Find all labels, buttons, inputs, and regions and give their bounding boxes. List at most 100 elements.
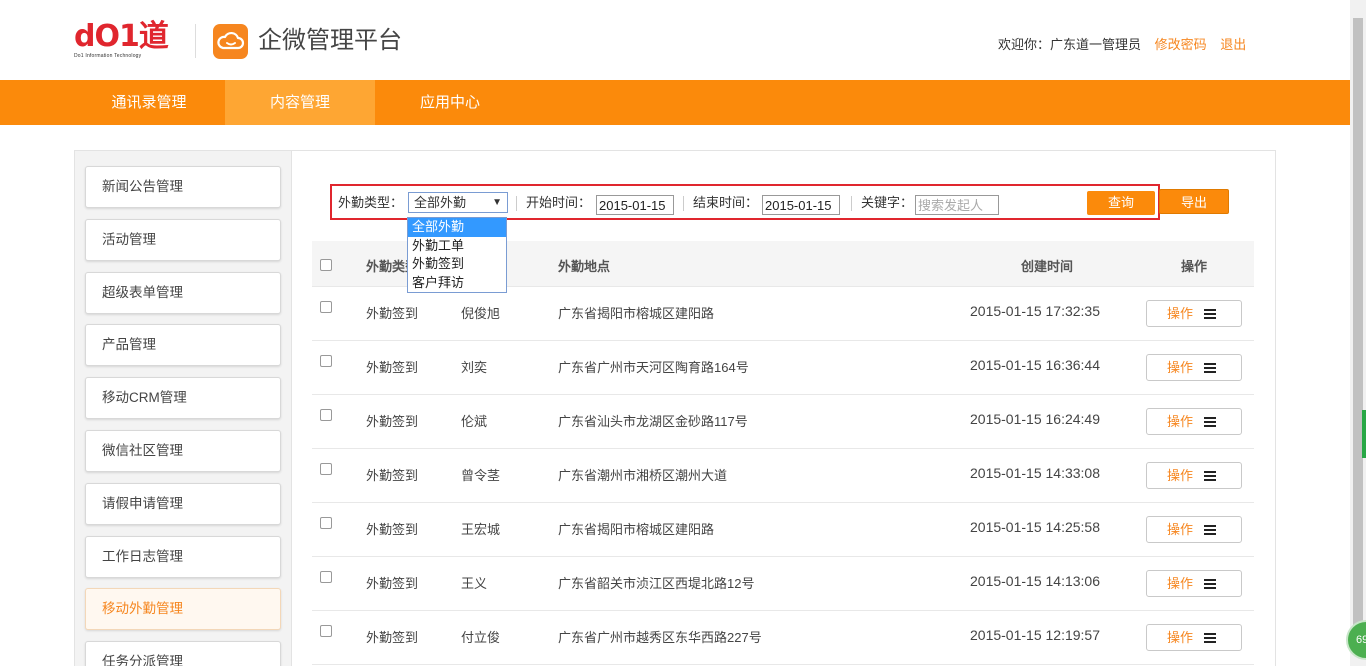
menu-icon — [1204, 309, 1216, 319]
type-label: 外勤类型： — [338, 195, 404, 210]
tab-app-center[interactable]: 应用中心 — [375, 80, 525, 125]
table-row: 外勤签到 曾令茎 广东省潮州市湘桥区潮州大道 2015-01-15 14:33:… — [312, 449, 1254, 503]
welcome-text: 欢迎你：广东道一管理员 — [998, 37, 1142, 52]
cell-created: 2015-01-15 17:32:35 — [970, 303, 1100, 319]
start-time-input[interactable] — [596, 195, 674, 215]
cell-created: 2015-01-15 12:19:57 — [970, 627, 1100, 643]
cell-type: 外勤签到 — [366, 522, 419, 537]
cell-person: 曾令茎 — [461, 468, 501, 483]
floating-badge[interactable]: 69 — [1346, 620, 1366, 660]
header-location: 外勤地点 — [558, 259, 611, 274]
change-password-link[interactable]: 修改密码 — [1155, 37, 1207, 52]
row-action-button[interactable]: 操作 — [1146, 462, 1242, 489]
cell-created: 2015-01-15 16:24:49 — [970, 411, 1100, 427]
header-action: 操作 — [1181, 259, 1208, 274]
caret-down-icon: ▼ — [492, 197, 502, 208]
row-action-button[interactable]: 操作 — [1146, 300, 1242, 327]
user-area: 欢迎你：广东道一管理员 修改密码 退出 — [998, 36, 1246, 54]
export-button[interactable]: 导出 — [1159, 189, 1229, 214]
action-label: 操作 — [1167, 360, 1194, 375]
row-action-button[interactable]: 操作 — [1146, 354, 1242, 381]
tab-contacts[interactable]: 通讯录管理 — [74, 80, 224, 125]
cell-location: 广东省广州市天河区陶育路164号 — [558, 360, 749, 375]
menu-icon — [1204, 633, 1216, 643]
filter-bar: 外勤类型： 全部外勤 ▼ 开始时间： 结束时间： 关键字： 查询 — [330, 184, 1160, 220]
tab-content[interactable]: 内容管理 — [225, 80, 375, 125]
menu-icon — [1204, 579, 1216, 589]
table-row: 外勤签到 付立俊 广东省广州市越秀区东华西路227号 2015-01-15 12… — [312, 611, 1254, 665]
cell-location: 广东省揭阳市榕城区建阳路 — [558, 306, 715, 321]
row-checkbox[interactable] — [320, 301, 332, 313]
sidebar-item-worklog[interactable]: 工作日志管理 — [85, 536, 281, 578]
type-option[interactable]: 外勤签到 — [408, 255, 506, 274]
divider — [516, 196, 517, 211]
action-label: 操作 — [1167, 576, 1194, 591]
type-option[interactable]: 外勤工单 — [408, 237, 506, 256]
row-checkbox[interactable] — [320, 463, 332, 475]
logo-divider — [195, 24, 196, 58]
field-work-table: 外勤类型 外勤地点 创建时间 操作 外勤签到 倪俊旭 广东省揭阳市榕城区建阳路 … — [312, 241, 1254, 665]
cloud-icon — [213, 24, 248, 59]
type-select-value: 全部外勤 — [414, 195, 467, 210]
row-checkbox[interactable] — [320, 409, 332, 421]
logo-mark: dO1道 — [74, 19, 169, 54]
menu-icon — [1204, 417, 1216, 427]
cell-person: 倪俊旭 — [461, 306, 501, 321]
table-row: 外勤签到 刘奕 广东省广州市天河区陶育路164号 2015-01-15 16:3… — [312, 341, 1254, 395]
row-checkbox[interactable] — [320, 355, 332, 367]
logout-link[interactable]: 退出 — [1220, 37, 1246, 52]
sidebar-item-product[interactable]: 产品管理 — [85, 324, 281, 366]
cell-created: 2015-01-15 14:13:06 — [970, 573, 1100, 589]
type-option[interactable]: 全部外勤 — [408, 218, 506, 237]
row-action-button[interactable]: 操作 — [1146, 624, 1242, 651]
table-row: 外勤签到 倪俊旭 广东省揭阳市榕城区建阳路 2015-01-15 17:32:3… — [312, 287, 1254, 341]
scrollbar-thumb[interactable] — [1353, 18, 1363, 638]
vertical-scrollbar[interactable] — [1350, 0, 1366, 666]
type-select[interactable]: 全部外勤 ▼ — [408, 192, 508, 213]
row-checkbox[interactable] — [320, 571, 332, 583]
divider — [851, 196, 852, 211]
cell-created: 2015-01-15 16:36:44 — [970, 357, 1100, 373]
sidebar-item-community[interactable]: 微信社区管理 — [85, 430, 281, 472]
action-label: 操作 — [1167, 468, 1194, 483]
sidebar-item-task[interactable]: 任务分派管理 — [85, 641, 281, 666]
sidebar-item-crm[interactable]: 移动CRM管理 — [85, 377, 281, 419]
sidebar-item-leave[interactable]: 请假申请管理 — [85, 483, 281, 525]
cell-type: 外勤签到 — [366, 576, 419, 591]
sidebar-item-field-work[interactable]: 移动外勤管理 — [85, 588, 281, 630]
row-checkbox[interactable] — [320, 517, 332, 529]
end-time-input[interactable] — [762, 195, 840, 215]
cell-location: 广东省韶关市浈江区西堤北路12号 — [558, 576, 755, 591]
query-button[interactable]: 查询 — [1087, 191, 1155, 215]
cell-person: 伦斌 — [461, 414, 488, 429]
action-label: 操作 — [1167, 306, 1194, 321]
cell-location: 广东省广州市越秀区东华西路227号 — [558, 630, 762, 645]
cell-person: 刘奕 — [461, 360, 488, 375]
scroll-marker — [1362, 410, 1366, 458]
row-action-button[interactable]: 操作 — [1146, 570, 1242, 597]
action-label: 操作 — [1167, 414, 1194, 429]
menu-icon — [1204, 363, 1216, 373]
cell-type: 外勤签到 — [366, 468, 419, 483]
select-all-checkbox[interactable] — [320, 259, 332, 271]
cell-type: 外勤签到 — [366, 360, 419, 375]
sidebar-item-activity[interactable]: 活动管理 — [85, 219, 281, 261]
main-nav: 通讯录管理 内容管理 应用中心 — [0, 80, 1350, 125]
keyword-input[interactable] — [915, 195, 999, 215]
row-action-button[interactable]: 操作 — [1146, 516, 1242, 543]
app-title: 企微管理平台 — [258, 27, 402, 54]
sidebar-item-super-form[interactable]: 超级表单管理 — [85, 272, 281, 314]
sidebar-item-news[interactable]: 新闻公告管理 — [85, 166, 281, 208]
end-time-label: 结束时间： — [693, 195, 759, 210]
action-label: 操作 — [1167, 630, 1194, 645]
company-logo: dO1道 Do1 Information Technology — [74, 22, 182, 60]
row-action-button[interactable]: 操作 — [1146, 408, 1242, 435]
row-checkbox[interactable] — [320, 625, 332, 637]
cell-location: 广东省潮州市湘桥区潮州大道 — [558, 468, 728, 483]
cell-person: 付立俊 — [461, 630, 501, 645]
cell-location: 广东省揭阳市榕城区建阳路 — [558, 522, 715, 537]
type-option[interactable]: 客户拜访 — [408, 274, 506, 293]
divider — [683, 196, 684, 211]
cell-created: 2015-01-15 14:25:58 — [970, 519, 1100, 535]
menu-icon — [1204, 471, 1216, 481]
